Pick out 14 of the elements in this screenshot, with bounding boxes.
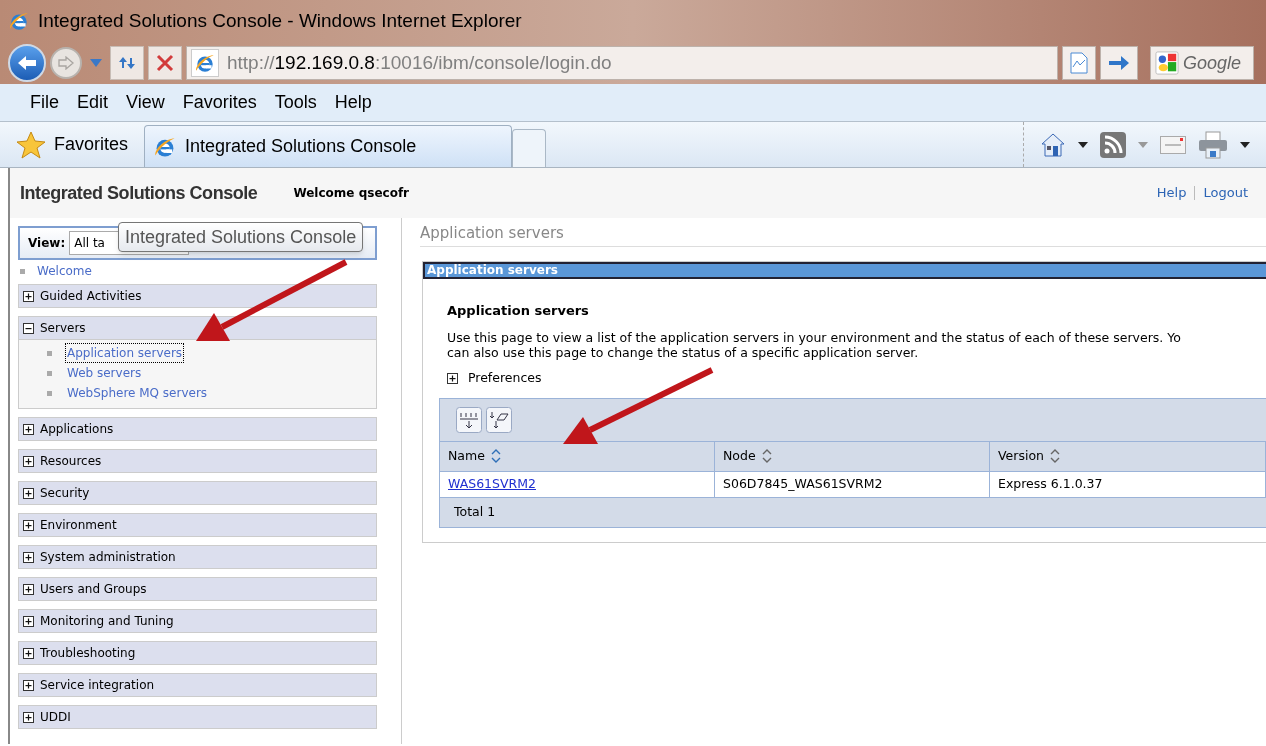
table-cell: Express 6.1.0.37 (990, 470, 1266, 497)
breadcrumb: Application servers (420, 222, 1266, 247)
window-title: Integrated Solutions Console - Windows Internet Explorer (38, 8, 522, 33)
url-text: http://192.169.0.8:10016/ibm/console/login.do (227, 50, 613, 75)
description-text: can also use this page to change the status of a specific application server. (447, 345, 920, 360)
view-label: View: (28, 235, 66, 252)
total-count: Total 1 (454, 502, 496, 521)
panel-title-bar: Application servers (423, 261, 1266, 279)
welcome-text: Welcome qsecofr (293, 185, 410, 202)
console-title: Integrated Solutions Console (20, 181, 258, 205)
tooltip: Integrated Solutions Console (118, 222, 364, 252)
table-cell: S06D7845_WAS61SVRM2 (715, 470, 990, 497)
description-text: Use this page to view a list of the application servers in your environment and the status of each of these servers. Yo (447, 330, 1182, 345)
section-heading: Application servers (447, 301, 590, 320)
